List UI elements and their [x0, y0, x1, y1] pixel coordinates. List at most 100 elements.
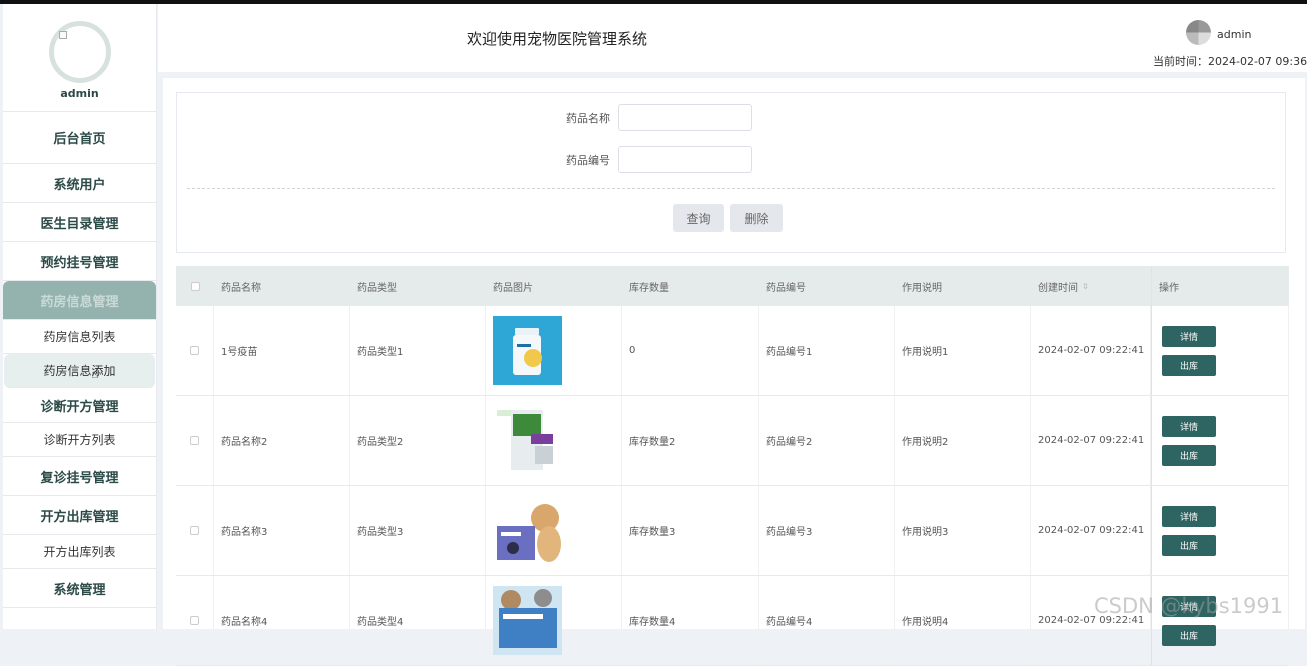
select-all-checkbox-cell — [176, 266, 214, 306]
header-username[interactable]: admin — [1217, 28, 1251, 41]
cell-desc: 作用说明1 — [895, 306, 1031, 395]
stock-out-button[interactable]: 出库 — [1162, 624, 1216, 646]
cell-name: 药品名称4 — [214, 576, 350, 665]
sidebar-item-pharmacy[interactable]: 药房信息管理 — [3, 281, 156, 320]
sidebar-subitem-prescription-out-list[interactable]: 开方出库列表 — [3, 535, 156, 569]
cell-type: 药品类型1 — [350, 306, 486, 395]
cell-time: 2024-02-07 09:22:41 — [1031, 396, 1151, 485]
cell-stock: 库存数量4 — [622, 576, 759, 665]
col-header-time-label: 创建时间 — [1038, 282, 1078, 294]
cell-actions: 详情 出库 — [1151, 576, 1289, 665]
sidebar-item-doctor-directory[interactable]: 医生目录管理 — [3, 203, 156, 242]
col-header-type: 药品类型 — [357, 282, 397, 294]
select-all-checkbox[interactable] — [190, 281, 200, 291]
cell-image — [486, 396, 622, 485]
row-checkbox-cell — [176, 396, 214, 485]
row-checkbox-cell — [176, 306, 214, 395]
sidebar-item-prescription-out[interactable]: 开方出库管理 — [3, 496, 156, 535]
cell-stock: 库存数量2 — [622, 396, 759, 485]
table-header: 药品名称 药品类型 药品图片 库存数量 药品编号 作用说明 创建时间 ⇳ 操作 — [176, 266, 1289, 306]
name-field-label: 药品名称 — [566, 111, 610, 125]
cell-desc: 作用说明3 — [895, 486, 1031, 575]
cell-type: 药品类型4 — [350, 576, 486, 665]
sidebar-item-system-admin[interactable]: 系统管理 — [3, 569, 156, 608]
cell-code: 药品编号1 — [759, 306, 895, 395]
cell-actions: 详情 出库 — [1151, 486, 1289, 575]
current-time: 当前时间：2024-02-07 09:36:03 — [1153, 53, 1307, 69]
sidebar-username: admin — [60, 87, 99, 100]
stock-out-button[interactable]: 出库 — [1162, 354, 1216, 376]
broken-image-icon — [58, 31, 67, 39]
time-value: 2024-02-07 09:36:03 — [1208, 55, 1307, 68]
drug-image-box — [493, 406, 562, 475]
row-checkbox[interactable] — [190, 616, 199, 625]
row-checkbox[interactable] — [190, 346, 199, 355]
col-header-code: 药品编号 — [766, 282, 806, 294]
drug-image-pack — [493, 586, 562, 655]
cell-code: 药品编号2 — [759, 396, 895, 485]
delete-button[interactable]: 删除 — [730, 204, 783, 232]
sidebar-item-home[interactable]: 后台首页 — [3, 112, 156, 164]
cell-time: 2024-02-07 09:22:41 — [1031, 576, 1151, 665]
header: 欢迎使用宠物医院管理系统 admin 当前时间：2024-02-07 09:36… — [158, 4, 1307, 72]
stock-out-button[interactable]: 出库 — [1162, 534, 1216, 556]
code-field-label: 药品编号 — [566, 153, 610, 167]
cell-type: 药品类型3 — [350, 486, 486, 575]
table-row: 药品名称4 药品类型4 库存数量4 药品编号4 作用说明4 2024-02-07… — [176, 576, 1289, 666]
cell-image — [486, 306, 622, 395]
sidebar-subitem-diagnosis-list[interactable]: 诊断开方列表 — [3, 423, 156, 457]
col-header-actions: 操作 — [1151, 266, 1289, 306]
table-row: 药品名称3 药品类型3 库存数量3 药品编号3 作用说明3 2024-02-07… — [176, 486, 1289, 576]
sidebar-subitem-pharmacy-list[interactable]: 药房信息列表 — [3, 320, 156, 354]
cell-code: 药品编号3 — [759, 486, 895, 575]
cell-name: 1号疫苗 — [214, 306, 350, 395]
table-row: 药品名称2 药品类型2 库存数量2 药品编号2 作用说明2 2024-02-07… — [176, 396, 1289, 486]
sidebar-item-appointment[interactable]: 预约挂号管理 — [3, 242, 156, 281]
row-checkbox-cell — [176, 486, 214, 575]
sidebar-user-panel: admin — [3, 4, 156, 112]
cell-stock: 库存数量3 — [622, 486, 759, 575]
detail-button[interactable]: 详情 — [1162, 325, 1216, 347]
drug-image-dog — [493, 496, 562, 565]
row-checkbox[interactable] — [190, 436, 199, 445]
col-header-name: 药品名称 — [221, 282, 261, 294]
main-content: 药品名称 药品编号 查询 删除 药品名称 药品类型 药品图片 库存数量 药品编号… — [163, 78, 1305, 666]
sidebar: admin 后台首页 系统用户 医生目录管理 预约挂号管理 药房信息管理 药房信… — [3, 4, 157, 629]
watermark: CSDN @kybs1991 — [1094, 594, 1284, 618]
time-label: 当前时间： — [1153, 55, 1208, 68]
code-search-input[interactable] — [618, 146, 752, 173]
cell-image — [486, 576, 622, 665]
col-header-time[interactable]: 创建时间 ⇳ — [1031, 266, 1151, 306]
name-search-input[interactable] — [618, 104, 752, 131]
cell-type: 药品类型2 — [350, 396, 486, 485]
cell-image — [486, 486, 622, 575]
stock-out-button[interactable]: 出库 — [1162, 444, 1216, 466]
detail-button[interactable]: 详情 — [1162, 415, 1216, 437]
cell-time: 2024-02-07 09:22:41 — [1031, 306, 1151, 395]
drug-image-bottle — [493, 316, 562, 385]
divider — [187, 188, 1275, 189]
cell-actions: 详情 出库 — [1151, 396, 1289, 485]
avatar[interactable] — [48, 21, 111, 83]
sort-icon[interactable]: ⇳ — [1082, 282, 1089, 291]
search-form: 药品名称 药品编号 查询 删除 — [176, 92, 1286, 253]
cell-desc: 作用说明4 — [895, 576, 1031, 665]
cell-stock: 0 — [622, 306, 759, 395]
cell-desc: 作用说明2 — [895, 396, 1031, 485]
col-header-desc: 作用说明 — [902, 282, 942, 294]
code-field-group: 药品编号 — [542, 146, 752, 173]
user-avatar[interactable] — [1186, 20, 1211, 45]
sidebar-subitem-pharmacy-add[interactable]: 药房信息添加 — [4, 354, 155, 388]
table-row: 1号疫苗 药品类型1 0 药品编号1 作用说明1 2024-02-07 09:2… — [176, 306, 1289, 396]
col-header-stock: 库存数量 — [629, 282, 669, 294]
cell-actions: 详情 出库 — [1151, 306, 1289, 395]
query-button[interactable]: 查询 — [673, 204, 724, 232]
row-checkbox[interactable] — [190, 526, 199, 535]
cell-name: 药品名称2 — [214, 396, 350, 485]
sidebar-item-diagnosis[interactable]: 诊断开方管理 — [3, 388, 156, 423]
name-field-group: 药品名称 — [542, 104, 752, 131]
sidebar-item-system-users[interactable]: 系统用户 — [3, 164, 156, 203]
sidebar-item-followup[interactable]: 复诊挂号管理 — [3, 457, 156, 496]
col-header-image: 药品图片 — [493, 282, 533, 294]
detail-button[interactable]: 详情 — [1162, 505, 1216, 527]
